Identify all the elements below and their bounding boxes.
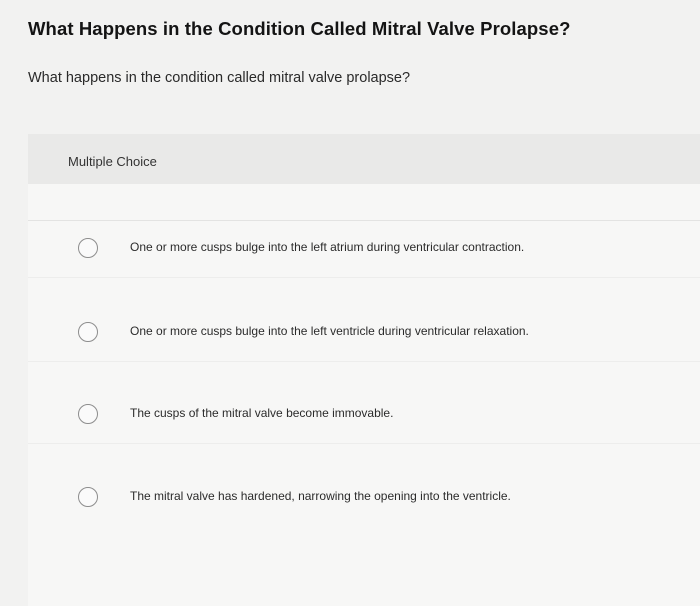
divider: [28, 361, 700, 362]
divider: [28, 277, 700, 278]
answer-option-label[interactable]: The cusps of the mitral valve become imm…: [130, 406, 393, 420]
answer-option-label[interactable]: One or more cusps bulge into the left at…: [130, 240, 524, 254]
multiple-choice-header: Multiple Choice: [28, 134, 700, 184]
multiple-choice-panel: Multiple Choice One or more cusps bulge …: [28, 134, 700, 606]
page-title: What Happens in the Condition Called Mit…: [28, 18, 571, 39]
radio-button[interactable]: [78, 322, 98, 342]
radio-button[interactable]: [78, 238, 98, 258]
answer-option-label[interactable]: The mitral valve has hardened, narrowing…: [130, 489, 511, 503]
answer-option-3[interactable]: The cusps of the mitral valve become imm…: [28, 384, 700, 444]
answer-option-1[interactable]: One or more cusps bulge into the left at…: [28, 218, 700, 278]
answer-option-4[interactable]: The mitral valve has hardened, narrowing…: [28, 467, 700, 527]
radio-button[interactable]: [78, 404, 98, 424]
divider: [28, 443, 700, 444]
radio-button[interactable]: [78, 487, 98, 507]
answer-option-2[interactable]: One or more cusps bulge into the left ve…: [28, 302, 700, 362]
answer-option-label[interactable]: One or more cusps bulge into the left ve…: [130, 324, 529, 338]
question-type-label: Multiple Choice: [68, 154, 157, 169]
question-text: What happens in the condition called mit…: [28, 70, 411, 86]
